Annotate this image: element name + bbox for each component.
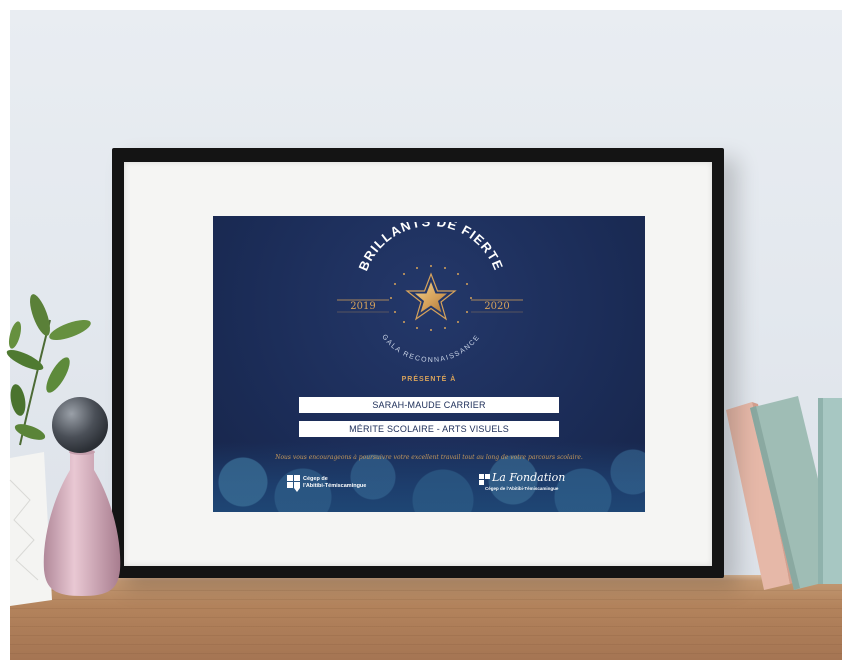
- gold-star-icon: [405, 272, 457, 321]
- year-left: 2019: [350, 301, 375, 312]
- certificate: BRILLANTS DE FIERTE GALA RECONNAISSANCE: [213, 216, 645, 512]
- book-teal: [818, 398, 842, 584]
- presented-label: PRÉSENTÉ À: [401, 376, 457, 383]
- award-title: MÉRITE SCOLAIRE - ARTS VISUELS: [299, 421, 559, 437]
- arc-subtitle: GALA RECONNAISSANCE: [380, 334, 481, 364]
- fondation-logo-title: La Fondation: [492, 471, 566, 484]
- picture-frame: BRILLANTS DE FIERTE GALA RECONNAISSANCE: [112, 148, 724, 578]
- motto-script: Nous vous encourageons à poursuivre votr…: [275, 454, 583, 461]
- recipient-name: SARAH-MAUDE CARRIER: [299, 397, 559, 413]
- cegep-logo-text: Cégep de l'Abitibi-Témiscamingue: [303, 476, 367, 489]
- fondation-logo: La Fondation Cégep de l'Abitibi-Témiscam…: [479, 471, 589, 496]
- fondation-logo-subtitle: Cégep de l'Abitibi-Témiscamingue: [485, 486, 559, 491]
- cegep-logo: Cégep de l'Abitibi-Témiscamingue: [287, 474, 387, 496]
- frame-mat: BRILLANTS DE FIERTE GALA RECONNAISSANCE: [124, 162, 712, 566]
- gala-emblem: BRILLANTS DE FIERTE GALA RECONNAISSANCE: [337, 222, 523, 364]
- year-right: 2020: [484, 301, 509, 312]
- fondation-logo-icon: [479, 474, 490, 485]
- cegep-logo-icon: [287, 475, 300, 492]
- photo-scene: BRILLANTS DE FIERTE GALA RECONNAISSANCE: [0, 0, 852, 670]
